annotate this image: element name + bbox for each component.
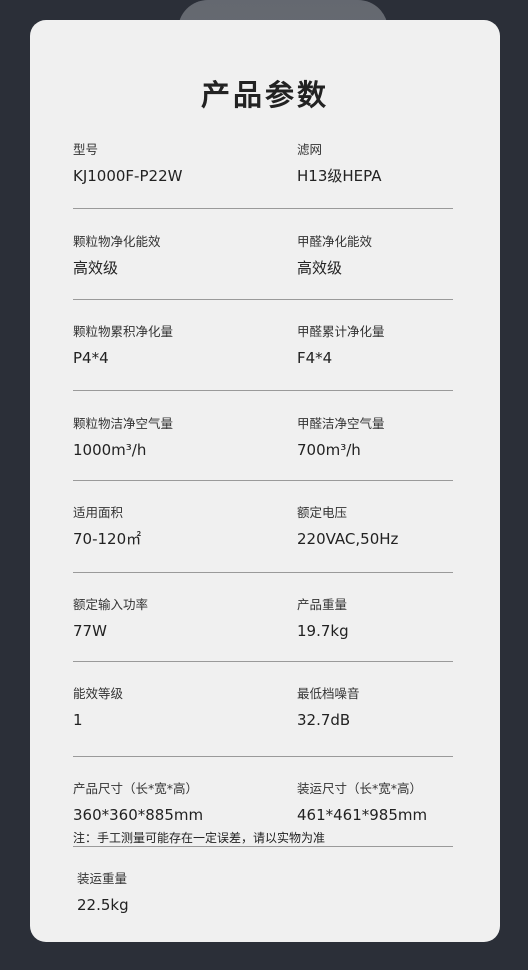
spec-row: 型号 KJ1000F-P22W 滤网 H13级HEPA bbox=[73, 142, 453, 212]
spec-item: 额定电压 220VAC,50Hz bbox=[297, 505, 487, 549]
spec-item: 最低档噪音 32.7dB bbox=[297, 686, 487, 730]
divider bbox=[73, 390, 453, 391]
divider bbox=[73, 480, 453, 481]
spec-row: 能效等级 1 最低档噪音 32.7dB bbox=[73, 686, 453, 756]
spec-label: 适用面积 bbox=[73, 505, 124, 520]
spec-value: 1 bbox=[73, 711, 83, 729]
spec-label: 颗粒物累积净化量 bbox=[73, 324, 174, 339]
spec-value: 700m³/h bbox=[297, 441, 361, 459]
spec-item: 装运尺寸（长*宽*高） 461*461*985mm bbox=[297, 781, 487, 825]
spec-label: 最低档噪音 bbox=[297, 686, 360, 701]
spec-label: 甲醛洁净空气量 bbox=[297, 416, 385, 431]
spec-value: 360*360*885mm bbox=[73, 806, 204, 824]
spec-item: 颗粒物累积净化量 P4*4 bbox=[73, 324, 263, 368]
spec-label: 型号 bbox=[73, 142, 99, 157]
spec-item: 颗粒物洁净空气量 1000m³/h bbox=[73, 416, 263, 460]
spec-item: 甲醛累计净化量 F4*4 bbox=[297, 324, 487, 368]
spec-label: 颗粒物洁净空气量 bbox=[73, 416, 174, 431]
divider bbox=[73, 208, 453, 209]
spec-value: 32.7dB bbox=[297, 711, 351, 729]
spec-card: 产品参数 型号 KJ1000F-P22W 滤网 H13级HEPA 颗粒物净化能效… bbox=[30, 20, 500, 942]
spec-row: 颗粒物洁净空气量 1000m³/h 甲醛洁净空气量 700m³/h bbox=[73, 416, 453, 486]
spec-value: 220VAC,50Hz bbox=[297, 530, 399, 548]
spec-row: 颗粒物累积净化量 P4*4 甲醛累计净化量 F4*4 bbox=[73, 324, 453, 394]
spec-label: 产品尺寸（长*宽*高） bbox=[73, 781, 199, 796]
spec-label: 额定输入功率 bbox=[73, 597, 149, 612]
spec-item: 适用面积 70-120㎡ bbox=[73, 505, 263, 549]
spec-label: 滤网 bbox=[297, 142, 323, 157]
spec-item: 滤网 H13级HEPA bbox=[297, 142, 487, 186]
spec-item: 甲醛洁净空气量 700m³/h bbox=[297, 416, 487, 460]
spec-label: 额定电压 bbox=[297, 505, 348, 520]
measurement-note: 注：手工测量可能存在一定误差，请以实物为准 bbox=[73, 831, 326, 845]
spec-value: 高效级 bbox=[73, 259, 119, 277]
spec-value: 70-120㎡ bbox=[73, 530, 142, 548]
spec-value: 19.7kg bbox=[297, 622, 349, 640]
spec-value: F4*4 bbox=[297, 349, 333, 367]
spec-row: 颗粒物净化能效 高效级 甲醛净化能效 高效级 bbox=[73, 234, 453, 304]
spec-value: P4*4 bbox=[73, 349, 109, 367]
spec-value: H13级HEPA bbox=[297, 167, 382, 185]
divider bbox=[73, 299, 453, 300]
spec-item: 颗粒物净化能效 高效级 bbox=[73, 234, 263, 278]
divider bbox=[73, 846, 453, 847]
divider bbox=[73, 572, 453, 573]
spec-value: 1000m³/h bbox=[73, 441, 147, 459]
spec-item: 额定输入功率 77W bbox=[73, 597, 263, 641]
spec-value: KJ1000F-P22W bbox=[73, 167, 183, 185]
spec-value: 高效级 bbox=[297, 259, 343, 277]
spec-value: 77W bbox=[73, 622, 107, 640]
spec-item: 能效等级 1 bbox=[73, 686, 263, 730]
spec-value: 22.5kg bbox=[77, 896, 129, 914]
spec-row: 适用面积 70-120㎡ 额定电压 220VAC,50Hz bbox=[73, 505, 453, 575]
spec-item-shipping-weight: 装运重量 22.5kg bbox=[77, 871, 129, 915]
spec-label: 装运尺寸（长*宽*高） bbox=[297, 781, 423, 796]
spec-item: 甲醛净化能效 高效级 bbox=[297, 234, 487, 278]
spec-label: 产品重量 bbox=[297, 597, 348, 612]
spec-item: 产品尺寸（长*宽*高） 360*360*885mm bbox=[73, 781, 263, 825]
spec-label: 甲醛累计净化量 bbox=[297, 324, 385, 339]
spec-label: 装运重量 bbox=[77, 871, 128, 886]
spec-row: 额定输入功率 77W 产品重量 19.7kg bbox=[73, 597, 453, 667]
spec-value: 461*461*985mm bbox=[297, 806, 428, 824]
spec-label: 甲醛净化能效 bbox=[297, 234, 373, 249]
page-title: 产品参数 bbox=[200, 78, 329, 112]
spec-label: 颗粒物净化能效 bbox=[73, 234, 161, 249]
spec-item: 型号 KJ1000F-P22W bbox=[73, 142, 263, 186]
divider bbox=[73, 661, 453, 662]
divider bbox=[73, 756, 453, 757]
spec-item: 产品重量 19.7kg bbox=[297, 597, 487, 641]
spec-label: 能效等级 bbox=[73, 686, 124, 701]
